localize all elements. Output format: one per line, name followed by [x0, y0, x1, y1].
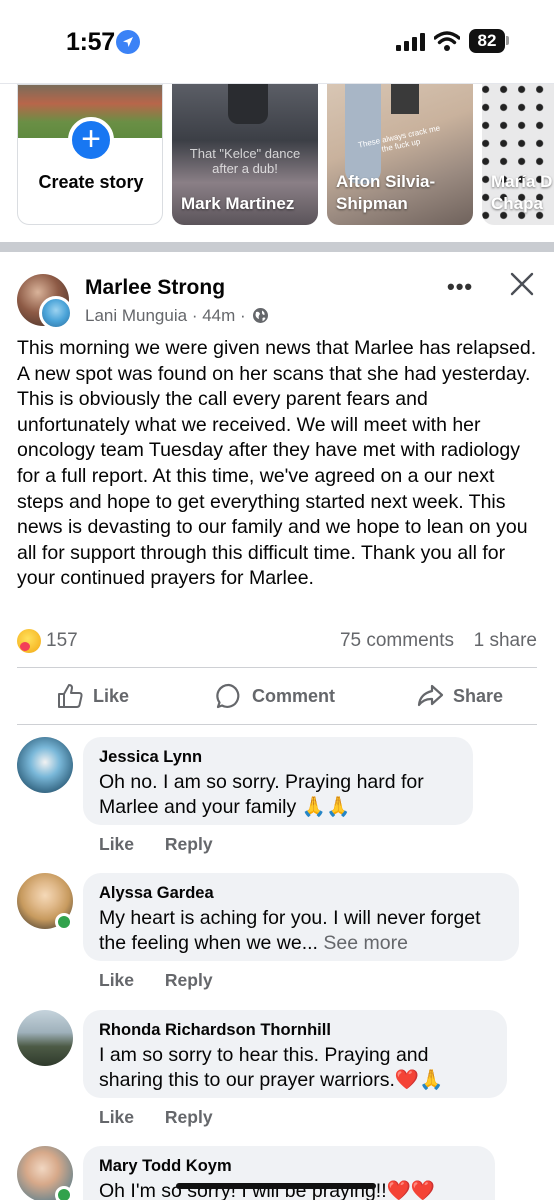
comment-bubble: Jessica Lynn Oh no. I am so sorry. Prayi…: [83, 737, 473, 825]
battery-tip: [506, 36, 509, 45]
post-header: Marlee Strong Lani Munguia · 44m · •••: [0, 262, 554, 332]
story-figure: [228, 84, 268, 124]
status-bar: 1:57 82: [0, 0, 554, 84]
create-story-label: Create story: [38, 172, 144, 192]
see-more-link[interactable]: See more: [323, 932, 408, 954]
comment-text-body: My heart is aching for you. I will never…: [99, 907, 481, 954]
close-icon[interactable]: [510, 272, 534, 301]
plus-icon: +: [68, 117, 114, 163]
story-figure: [345, 84, 381, 184]
reactions-count[interactable]: 157: [46, 630, 78, 652]
cellular-signal-icon: [396, 33, 426, 51]
comment-like-button[interactable]: Like: [99, 834, 134, 854]
post-text: This morning we were given news that Mar…: [17, 337, 537, 590]
comment-reply-button[interactable]: Reply: [165, 970, 213, 990]
story-card-afton-silvia-shipman[interactable]: These always crack me the fuck up Afton …: [327, 84, 473, 225]
battery-indicator: 82: [469, 29, 505, 53]
online-status-dot: [55, 913, 73, 931]
post-time[interactable]: 44m: [202, 306, 235, 325]
post-meta: Lani Munguia · 44m ·: [85, 306, 269, 329]
story-card-maria-d-chapa[interactable]: María D Chapa: [482, 84, 554, 225]
like-label: Like: [93, 685, 130, 706]
comment-bubble: Rhonda Richardson Thornhill I am so sorr…: [83, 1010, 507, 1098]
commenter-avatar[interactable]: [17, 1010, 73, 1066]
home-indicator[interactable]: [176, 1183, 376, 1189]
status-time: 1:57: [66, 28, 115, 56]
location-arrow-icon: [116, 30, 140, 54]
shares-count[interactable]: 1 share: [474, 630, 537, 652]
comment-actions: Like Reply: [99, 970, 239, 991]
comment-text: I am so sorry to hear this. Praying and …: [99, 1044, 444, 1091]
thumbs-up-icon: [58, 684, 83, 708]
story-name: Afton Silvia-Shipman: [336, 172, 436, 213]
like-button[interactable]: Like: [56, 681, 129, 711]
comment-text: My heart is aching for you. I will never…: [99, 906, 503, 956]
reactions-bar: 157 75 comments 1 share: [17, 628, 537, 658]
commenter-name[interactable]: Mary Todd Koym: [99, 1156, 479, 1176]
stories-tray: + Create story That "Kelce" dance after …: [0, 84, 554, 242]
comment-bubble: Mary Todd Koym Oh I'm so sorry! I will b…: [83, 1146, 495, 1200]
care-reaction-icon[interactable]: [17, 629, 41, 653]
share-arrow-icon: [417, 684, 444, 707]
comment-like-button[interactable]: Like: [99, 970, 134, 990]
comment-bubble: Alyssa Gardea My heart is aching for you…: [83, 873, 519, 961]
comment-like-button[interactable]: Like: [99, 1107, 134, 1127]
commenter-name[interactable]: Alyssa Gardea: [99, 883, 503, 903]
reactions-divider: [17, 667, 537, 668]
globe-icon: [252, 307, 269, 329]
online-status-dot: [55, 1186, 73, 1200]
wifi-icon: [433, 30, 461, 57]
post-author[interactable]: Lani Munguia: [85, 306, 187, 325]
more-options-icon[interactable]: •••: [447, 274, 473, 300]
comment-reply-button[interactable]: Reply: [165, 1107, 213, 1127]
commenter-name[interactable]: Jessica Lynn: [99, 747, 457, 767]
comment-label: Comment: [252, 685, 336, 706]
comment-actions: Like Reply: [99, 1107, 239, 1128]
comment-actions: Like Reply: [99, 834, 239, 855]
commenter-avatar[interactable]: [17, 737, 73, 793]
heart-shape: [20, 642, 30, 651]
story-overlay-text: That "Kelce" dance after a dub!: [189, 146, 301, 176]
post-action-bar: Like Comment Share: [0, 670, 554, 724]
comment-bubble-icon: [216, 683, 240, 709]
story-card-mark-martinez[interactable]: That "Kelce" dance after a dub! Mark Mar…: [172, 84, 318, 225]
create-story-card[interactable]: + Create story: [17, 84, 163, 225]
story-name: María D Chapa: [491, 172, 553, 213]
commenter-name[interactable]: Rhonda Richardson Thornhill: [99, 1020, 491, 1040]
comment-reply-button[interactable]: Reply: [165, 834, 213, 854]
post-group-title[interactable]: Marlee Strong: [85, 276, 225, 300]
share-button[interactable]: Share: [416, 681, 503, 711]
actions-divider: [17, 724, 537, 725]
story-name: Mark Martinez: [181, 194, 295, 213]
comments-count[interactable]: 75 comments: [340, 630, 454, 652]
story-figure: [391, 84, 419, 114]
comment-button[interactable]: Comment: [215, 681, 335, 711]
feed-divider: [0, 242, 554, 252]
share-label: Share: [453, 685, 504, 706]
author-avatar[interactable]: [39, 296, 73, 330]
meta-separator: ·: [240, 306, 246, 325]
meta-separator: ·: [191, 306, 198, 325]
comment-text: Oh no. I am so sorry. Praying hard for M…: [99, 771, 424, 818]
